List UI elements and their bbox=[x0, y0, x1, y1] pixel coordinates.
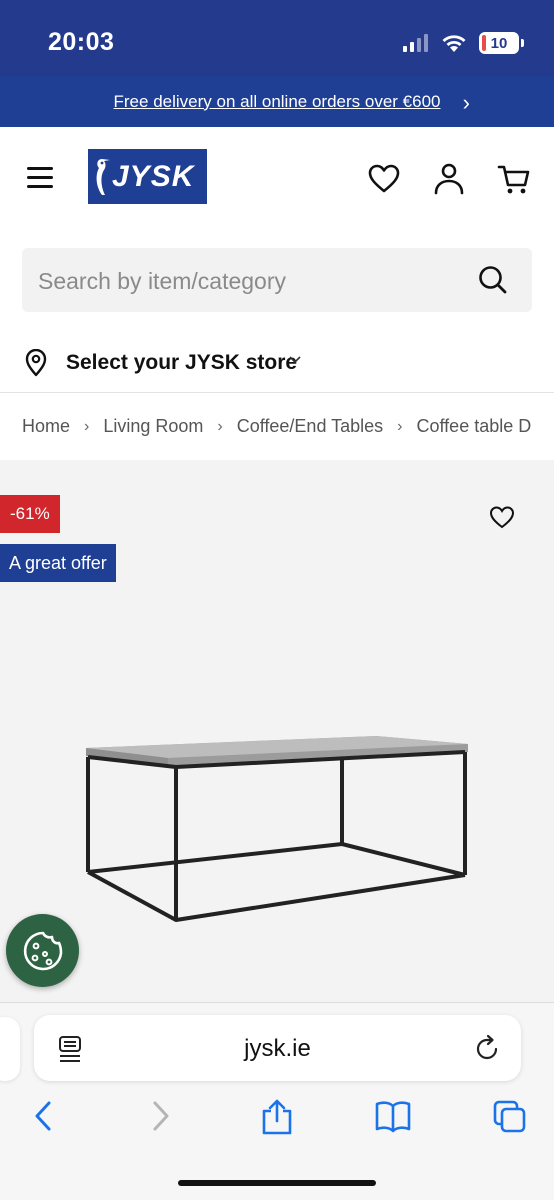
breadcrumb-separator-icon: › bbox=[217, 417, 223, 435]
bird-logo-icon bbox=[96, 159, 110, 195]
breadcrumb-home[interactable]: Home bbox=[22, 416, 70, 437]
breadcrumb-separator-icon: › bbox=[397, 417, 403, 435]
reload-icon[interactable] bbox=[475, 1034, 501, 1062]
url-text[interactable]: jysk.ie bbox=[34, 1035, 521, 1063]
battery-percentage: 10 bbox=[490, 34, 508, 52]
search-icon[interactable] bbox=[478, 265, 508, 295]
search-placeholder: Search by item/category bbox=[38, 268, 287, 294]
breadcrumb-coffee-end-tables[interactable]: Coffee/End Tables bbox=[237, 416, 383, 437]
site-header: JYSK bbox=[0, 127, 554, 237]
home-indicator[interactable] bbox=[178, 1180, 376, 1186]
breadcrumb: Home › Living Room › Coffee/End Tables ›… bbox=[0, 394, 554, 460]
share-icon[interactable] bbox=[260, 1099, 294, 1135]
location-pin-icon bbox=[25, 349, 47, 377]
breadcrumb-current-product: Coffee table D bbox=[416, 416, 532, 436]
previous-tab-preview[interactable] bbox=[0, 1017, 20, 1081]
battery-tip bbox=[521, 39, 524, 47]
cart-icon[interactable] bbox=[496, 161, 532, 197]
signal-icon bbox=[403, 34, 428, 52]
status-icons: 10 bbox=[403, 32, 524, 54]
forward-icon[interactable] bbox=[148, 1099, 174, 1133]
wifi-icon bbox=[442, 34, 466, 52]
user-icon[interactable] bbox=[431, 161, 467, 197]
product-image[interactable] bbox=[80, 730, 475, 925]
battery-indicator: 10 bbox=[479, 32, 519, 54]
store-selector[interactable]: Select your JYSK store bbox=[0, 335, 554, 393]
browser-toolbar: jysk.ie bbox=[0, 1002, 554, 1200]
menu-icon[interactable] bbox=[27, 167, 53, 188]
back-icon[interactable] bbox=[30, 1099, 56, 1133]
tabs-icon[interactable] bbox=[492, 1099, 528, 1135]
product-gallery[interactable]: -61% A great offer bbox=[0, 460, 554, 1002]
status-time: 20:03 bbox=[48, 28, 115, 56]
promo-banner[interactable]: Free delivery on all online orders over … bbox=[0, 76, 554, 127]
breadcrumb-separator-icon: › bbox=[84, 417, 90, 435]
heart-icon[interactable] bbox=[366, 161, 402, 197]
cookie-icon bbox=[23, 931, 62, 970]
store-selector-label[interactable]: Select your JYSK store bbox=[66, 351, 297, 375]
search-input[interactable]: Search by item/category bbox=[22, 248, 532, 312]
breadcrumb-living-room[interactable]: Living Room bbox=[103, 416, 203, 437]
promo-link[interactable]: Free delivery on all online orders over … bbox=[114, 92, 441, 112]
chevron-down-icon[interactable] bbox=[288, 355, 302, 365]
offer-badge: A great offer bbox=[0, 544, 116, 582]
discount-badge: -61% bbox=[0, 495, 60, 533]
jysk-logo[interactable]: JYSK bbox=[88, 149, 207, 204]
address-bar[interactable]: jysk.ie bbox=[34, 1015, 521, 1081]
bookmarks-icon[interactable] bbox=[374, 1099, 412, 1133]
chevron-right-icon[interactable]: › bbox=[463, 90, 470, 116]
status-bar: 20:03 10 bbox=[0, 0, 554, 76]
wishlist-heart-icon[interactable] bbox=[488, 504, 516, 530]
logo-text: JYSK bbox=[112, 159, 195, 193]
battery-level bbox=[482, 35, 486, 51]
cookie-settings-button[interactable] bbox=[6, 914, 79, 987]
